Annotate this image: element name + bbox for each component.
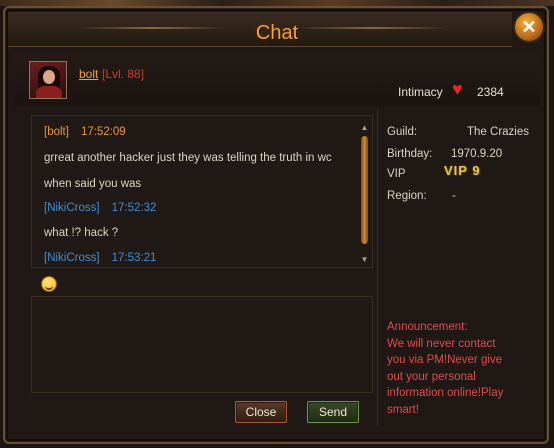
message-input[interactable] <box>31 296 373 393</box>
emoji-icon[interactable] <box>41 276 57 292</box>
scroll-down-arrow-icon[interactable]: ▼ <box>360 256 369 264</box>
chat-message-header: [NikiCross] 17:52:32 <box>44 202 156 214</box>
chat-message-header: [bolt] 17:52:09 <box>44 126 126 138</box>
region-value: - <box>452 190 456 202</box>
guild-value: The Crazies <box>467 126 529 138</box>
message-time: 17:52:32 <box>111 202 157 214</box>
message-sender[interactable]: [NikiCross] <box>44 252 100 264</box>
avatar-body <box>36 86 62 98</box>
player-name-link[interactable]: bolt <box>79 67 98 81</box>
send-button[interactable]: Send <box>307 401 359 423</box>
announcement-line: out your personal <box>387 370 476 383</box>
birthday-label: Birthday: <box>387 148 433 160</box>
avatar-face <box>43 70 55 84</box>
announcement-line: Announcement: <box>387 321 468 333</box>
announcement-line: smart! <box>387 403 419 416</box>
message-sender[interactable]: [bolt] <box>44 126 69 138</box>
close-button[interactable]: Close <box>235 401 287 423</box>
intimacy-label: Intimacy <box>398 85 443 99</box>
panel-divider <box>377 110 378 425</box>
chat-scrollbar[interactable]: ▲ ▼ <box>360 124 369 264</box>
announcement-line: We will never contact <box>387 337 496 350</box>
vip-label: VIP <box>387 168 406 180</box>
player-level: [Lvl. 88] <box>102 67 145 81</box>
chat-message-header: [NikiCross] 17:53:21 <box>44 252 156 264</box>
window-title: Chat <box>255 22 299 44</box>
announcement-line: you via PM!Never give <box>387 354 503 366</box>
guild-label: Guild: <box>387 126 418 138</box>
close-icon[interactable]: ✕ <box>513 11 545 43</box>
intimacy-value: 2384 <box>477 85 504 99</box>
message-time: 17:53:21 <box>111 252 157 264</box>
chat-message-text: grreat another hacker just they was tell… <box>44 152 332 164</box>
heart-icon: ♥ <box>452 79 463 99</box>
vip-badge: VIP 9 <box>444 163 481 178</box>
scrollbar-thumb[interactable] <box>361 136 368 244</box>
scroll-up-arrow-icon[interactable]: ▲ <box>360 124 369 132</box>
chat-message-text: when said you was <box>44 178 142 190</box>
region-label: Region: <box>387 190 427 202</box>
birthday-value: 1970.9.20 <box>451 148 503 160</box>
message-sender[interactable]: [NikiCross] <box>44 202 100 214</box>
message-time: 17:52:09 <box>80 126 126 138</box>
announcement-line: information online!Play <box>387 387 504 399</box>
avatar[interactable] <box>29 61 67 99</box>
chat-log[interactable]: [bolt] 17:52:09 grreat another hacker jus… <box>31 115 373 268</box>
chat-message-text: what !? hack ? <box>44 227 119 239</box>
